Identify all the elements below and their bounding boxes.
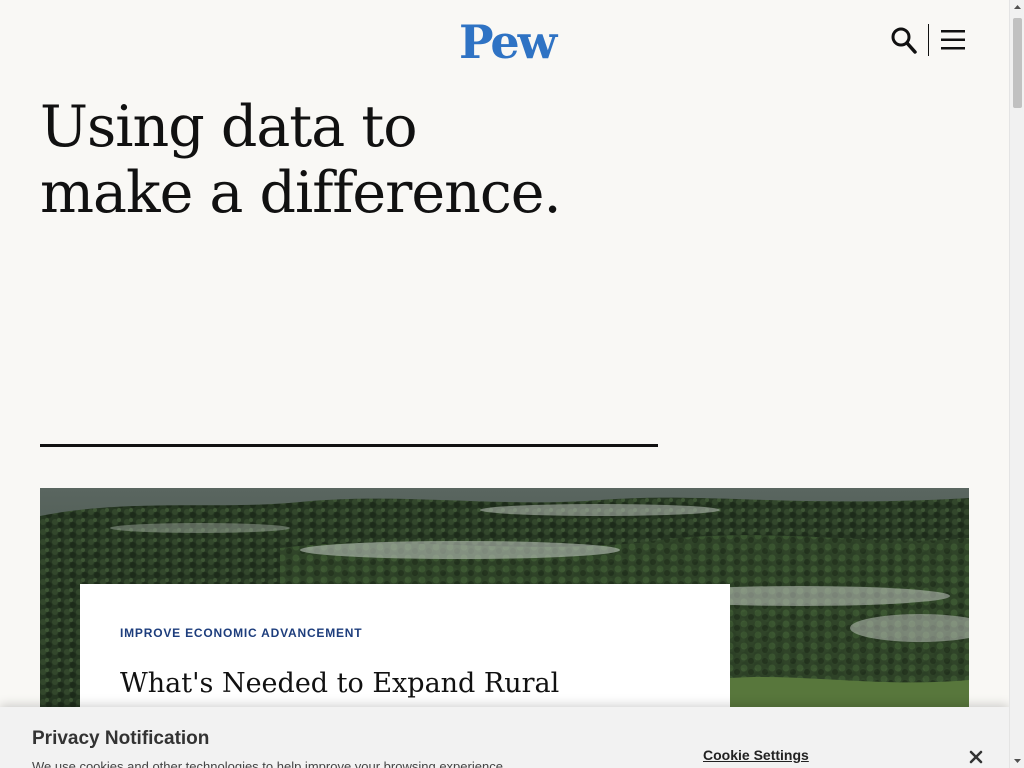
pew-logo[interactable]: Pew <box>459 16 557 68</box>
header-divider <box>928 24 929 56</box>
hamburger-menu-icon <box>941 30 965 50</box>
search-icon <box>891 27 917 54</box>
site-header: Pew <box>0 0 1009 80</box>
scroll-down-arrow-icon[interactable] <box>1010 753 1024 768</box>
page-title: Using data to make a difference. <box>40 94 660 226</box>
search-button[interactable] <box>889 24 919 56</box>
privacy-banner: Privacy Notification We use cookies and … <box>0 707 1009 768</box>
close-icon <box>969 750 983 764</box>
menu-button[interactable] <box>939 26 967 54</box>
scrollbar-thumb[interactable] <box>1013 18 1022 108</box>
hero-divider <box>40 444 658 447</box>
privacy-title: Privacy Notification <box>32 728 210 749</box>
page-scrollbar[interactable] <box>1009 0 1024 768</box>
page-title-line-2: make a difference. <box>40 160 562 226</box>
scroll-up-arrow-icon[interactable] <box>1010 0 1024 15</box>
cookie-settings-link[interactable]: Cookie Settings <box>703 747 809 763</box>
close-privacy-button[interactable] <box>968 749 984 765</box>
page-title-line-1: Using data to <box>40 94 418 160</box>
privacy-text: We use cookies and other technologies to… <box>32 759 503 768</box>
feature-category[interactable]: IMPROVE ECONOMIC ADVANCEMENT <box>120 626 690 640</box>
